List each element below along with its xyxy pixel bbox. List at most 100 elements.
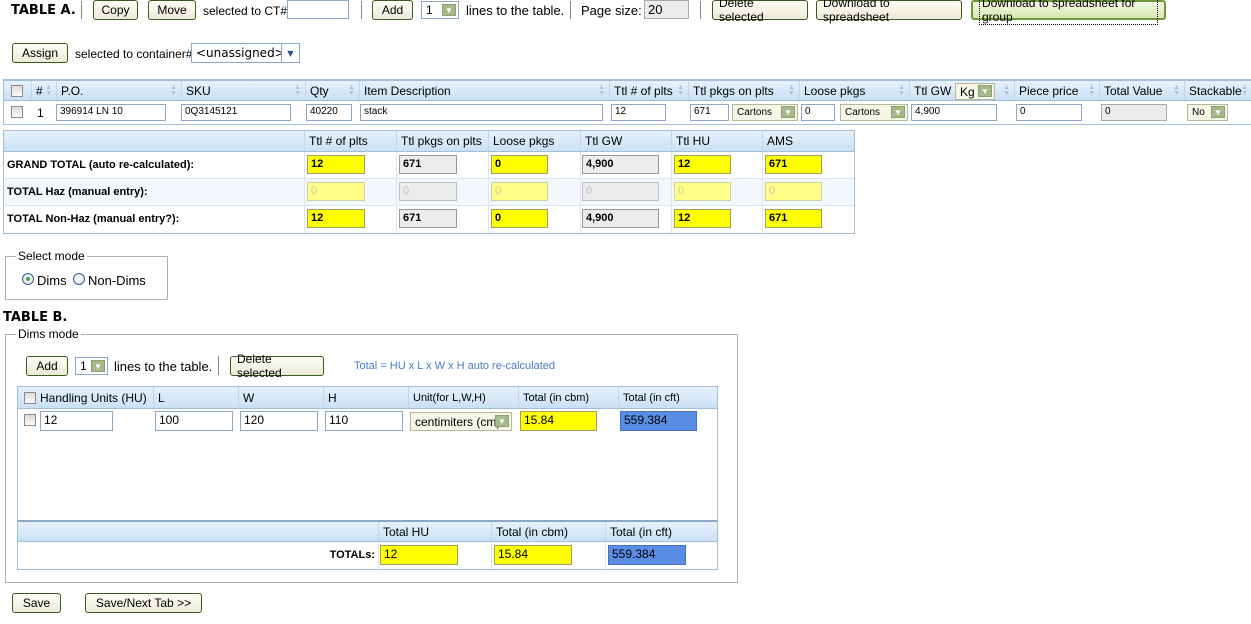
grand-total-plts[interactable]: 12: [307, 155, 365, 174]
total-non-haz-label: TOTAL Non-Haz (manual entry?):: [7, 213, 180, 225]
qty-input[interactable]: 40220: [306, 104, 352, 121]
stackable-select[interactable]: No ▼: [1187, 104, 1228, 121]
col-header-hu: Handling Units (HU): [40, 390, 147, 405]
sort-icon: ▲ ▼: [45, 84, 52, 97]
loose-unit-select[interactable]: Cartons ▼: [840, 104, 908, 121]
chevron-down-icon: ▼: [91, 360, 105, 372]
add-lines-button[interactable]: Add: [372, 0, 413, 20]
row-checkbox[interactable]: [24, 414, 36, 426]
lines-count-select[interactable]: 1 ▼: [421, 1, 459, 19]
table-b-title: TABLE B.: [3, 310, 68, 325]
container-select[interactable]: <unassigned> ▼: [191, 43, 300, 63]
chevron-down-icon: ▼: [442, 4, 456, 16]
unit-select[interactable]: centimiters (cm) ▼: [410, 412, 512, 431]
table-b-grid: Handling Units (HU) L W H Unit(for L,W,H…: [17, 386, 718, 570]
grand-total-pkgs-on-plts: 671: [399, 155, 457, 174]
grand-total-ams[interactable]: 671: [765, 155, 822, 174]
description-input[interactable]: stack: [360, 104, 603, 121]
plts-input[interactable]: 12: [611, 104, 666, 121]
width-input[interactable]: 120: [240, 411, 318, 431]
chevron-down-icon: ▼: [781, 106, 795, 118]
loose-pkgs-input[interactable]: 0: [801, 104, 835, 121]
gw-input[interactable]: 4,900: [911, 104, 997, 121]
page-size-input[interactable]: 20: [644, 0, 689, 19]
total-cft-output: 559.384: [608, 545, 686, 565]
row-checkbox[interactable]: [11, 106, 23, 118]
download-spreadsheet-button[interactable]: Download to spreadsheet: [816, 0, 962, 24]
col-header-h: H: [323, 387, 408, 408]
sort-icon: ▲ ▼: [1241, 84, 1248, 97]
hu-input[interactable]: 12: [40, 411, 113, 431]
non-haz-plts[interactable]: 12: [307, 209, 365, 228]
col-header-total-value[interactable]: Total Value ▲ ▼: [1099, 81, 1184, 100]
cbm-output: 15.84: [520, 411, 597, 431]
dims-mode-legend: Dims mode: [18, 327, 79, 341]
selected-to-container-label: selected to container#:: [75, 47, 196, 61]
copy-button[interactable]: Copy: [93, 0, 138, 20]
table-b-lines-count-select[interactable]: 1 ▼: [75, 357, 108, 375]
dims-radio[interactable]: [22, 273, 34, 285]
col-header-l: L: [153, 387, 238, 408]
total-hu-output: 12: [380, 545, 458, 565]
po-input[interactable]: 396914 LN 10: [56, 104, 166, 121]
chevron-down-icon: ▼: [891, 106, 905, 118]
sort-icon: ▲ ▼: [598, 84, 605, 97]
sort-icon: ▲ ▼: [898, 84, 905, 97]
col-header-qty[interactable]: Qty ▲ ▼: [305, 81, 359, 100]
non-haz-hu[interactable]: 12: [674, 209, 731, 228]
col-header-description[interactable]: Item Description ▲ ▼: [359, 81, 609, 100]
chevron-down-icon: ▼: [1211, 106, 1225, 118]
col-header-gw[interactable]: Ttl GW Kg ▼ ▲ ▼: [909, 81, 1014, 100]
totals-col-total-cft: Total (in cft): [605, 522, 717, 541]
col-header-stackable[interactable]: Stackable ▲ ▼: [1184, 81, 1251, 100]
non-dims-radio-label[interactable]: Non-Dims: [88, 273, 146, 288]
assign-button[interactable]: Assign: [12, 43, 68, 63]
piece-price-input[interactable]: 0: [1016, 104, 1082, 121]
height-input[interactable]: 110: [325, 411, 403, 431]
divider: [218, 356, 219, 375]
grand-total-loose-pkgs[interactable]: 0: [491, 155, 548, 174]
table-a-totals: Ttl # of plts Ttl pkgs on plts Loose pkg…: [3, 130, 855, 234]
col-header-piece-price[interactable]: Piece price ▲ ▼: [1014, 81, 1099, 100]
pkgs-unit-select[interactable]: Cartons ▼: [732, 104, 798, 121]
selected-to-ct-label: selected to CT#:: [203, 4, 291, 18]
col-header-po[interactable]: P.O. ▲ ▼: [56, 81, 181, 100]
grand-total-row: GRAND TOTAL (auto re-calculated): 12 671…: [4, 152, 854, 179]
select-all-checkbox[interactable]: [11, 85, 23, 97]
ct-number-input[interactable]: [287, 0, 349, 19]
non-dims-radio[interactable]: [73, 273, 85, 285]
non-haz-loose-pkgs[interactable]: 0: [491, 209, 548, 228]
totals-header: Ttl # of plts Ttl pkgs on plts Loose pkg…: [4, 131, 854, 152]
non-haz-pkgs-on-plts: 671: [399, 209, 457, 228]
col-header-plts[interactable]: Ttl # of plts ▲ ▼: [609, 81, 688, 100]
save-button[interactable]: Save: [12, 593, 61, 613]
save-next-tab-button[interactable]: Save/Next Tab >>: [85, 593, 202, 613]
table-b-add-button[interactable]: Add: [26, 356, 68, 376]
col-header-loose-pkgs[interactable]: Loose pkgs ▲ ▼: [799, 81, 909, 100]
move-button[interactable]: Move: [148, 0, 196, 20]
haz-plts: 0: [307, 182, 365, 201]
haz-gw: 0: [582, 182, 659, 201]
sort-icon: ▲ ▼: [1003, 84, 1010, 97]
totals-col-pkgs-on-plts: Ttl pkgs on plts: [396, 131, 488, 151]
col-header-sku[interactable]: SKU ▲ ▼: [181, 81, 305, 100]
grand-total-hu[interactable]: 12: [674, 155, 731, 174]
col-header-cbm: Total (in cbm): [518, 387, 618, 408]
table-b-select-all-checkbox[interactable]: [24, 392, 36, 404]
sku-input[interactable]: 0Q3145121: [181, 104, 291, 121]
dims-radio-label[interactable]: Dims: [37, 273, 67, 288]
download-spreadsheet-group-button[interactable]: Download to spreadsheet for group: [971, 0, 1166, 25]
col-header-w: W: [238, 387, 323, 408]
length-input[interactable]: 100: [155, 411, 233, 431]
delete-selected-button[interactable]: Delete selected: [712, 0, 808, 24]
col-header-num[interactable]: # ▲ ▼: [31, 81, 56, 100]
sort-icon: ▲ ▼: [677, 84, 684, 97]
gw-unit-select[interactable]: Kg ▼: [955, 83, 995, 100]
col-header-pkgs-on-plts[interactable]: Ttl pkgs on plts ▲ ▼: [688, 81, 799, 100]
sort-icon: ▲ ▼: [1088, 84, 1095, 97]
select-mode-legend: Select mode: [18, 249, 85, 263]
table-b-delete-selected-button[interactable]: Delete selected: [230, 352, 324, 380]
total-value-input: 0: [1101, 104, 1167, 121]
pkgs-on-plts-input[interactable]: 671: [690, 104, 729, 121]
non-haz-ams[interactable]: 671: [765, 209, 822, 228]
